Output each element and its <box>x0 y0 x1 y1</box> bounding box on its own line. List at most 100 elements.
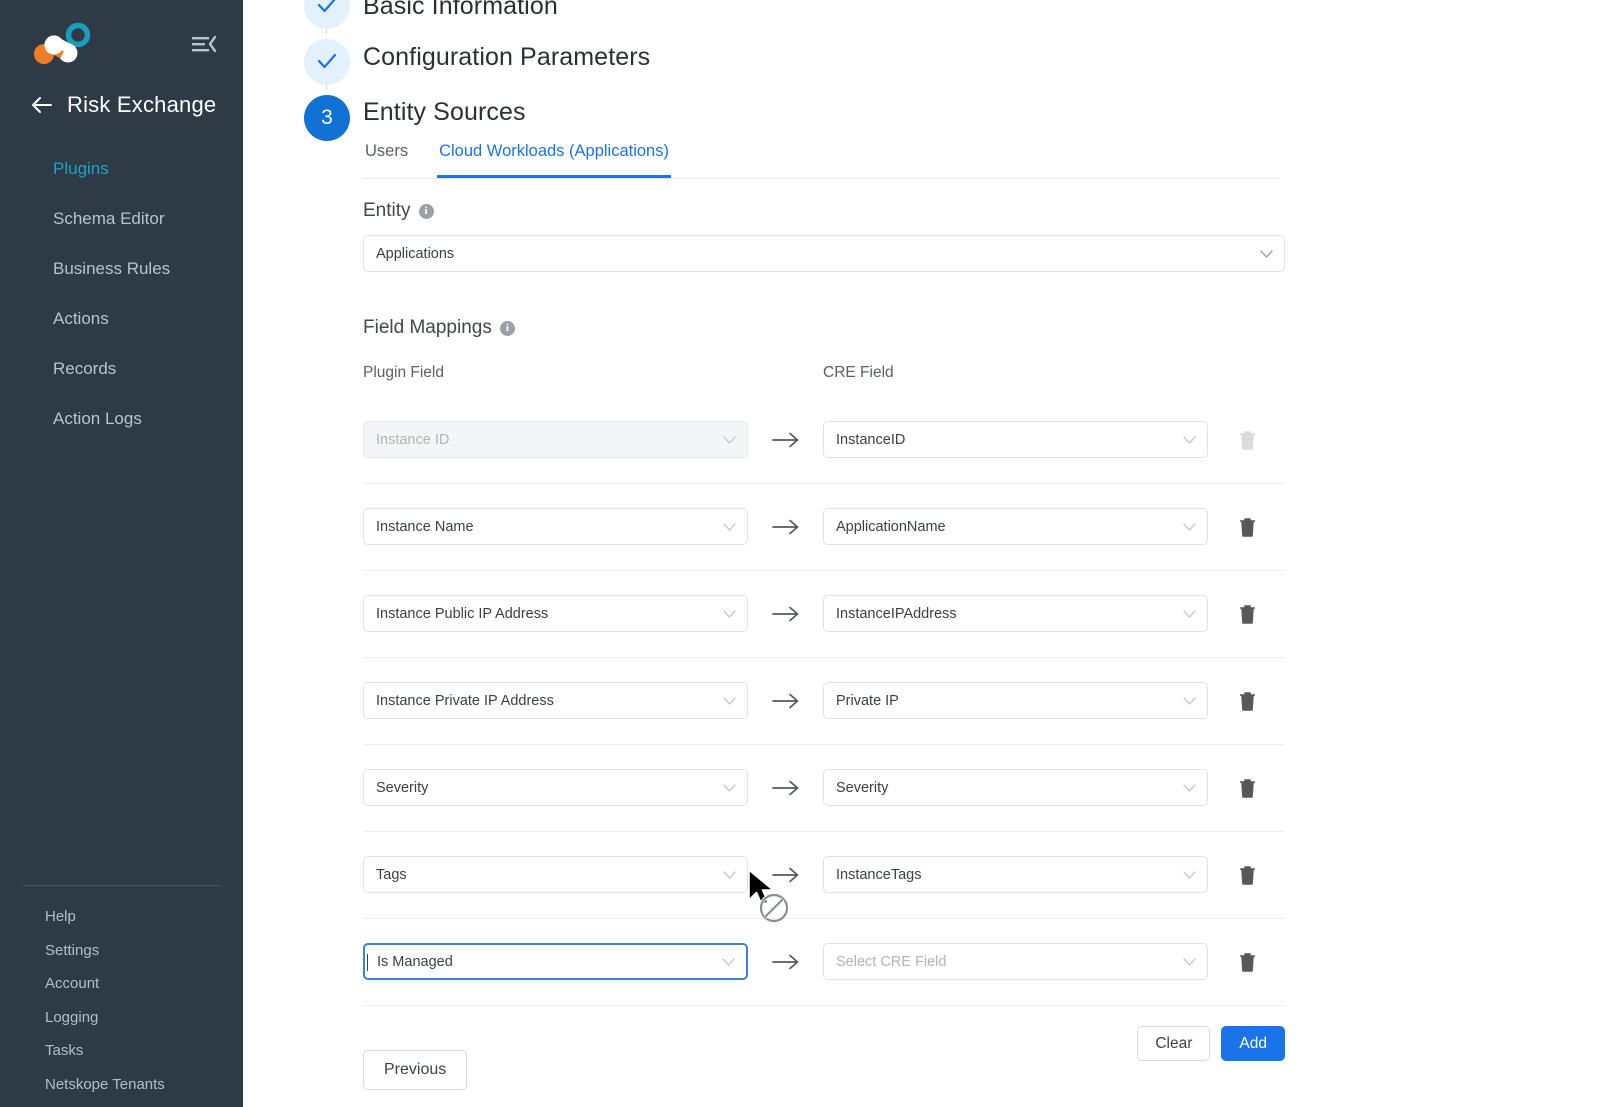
cre-field-value: InstanceID <box>836 431 906 448</box>
app-root: Risk Exchange Plugins Schema Editor Busi… <box>0 0 1600 1107</box>
step-configuration-parameters[interactable] <box>299 34 355 90</box>
page-title: Risk Exchange <box>67 92 217 117</box>
delete-mapping-button[interactable] <box>1208 603 1286 625</box>
table-row: Tags InstanceTags <box>363 831 1293 918</box>
sidebar-item-schema-editor[interactable]: Schema Editor <box>0 194 243 244</box>
tab-cloud-workloads-applications[interactable]: Cloud Workloads (Applications) <box>437 142 671 178</box>
column-header-cre-field: CRE Field <box>823 364 894 381</box>
sidebar-item-records[interactable]: Records <box>0 344 243 394</box>
plugin-field-select[interactable]: Tags <box>363 856 748 893</box>
cre-field-select[interactable]: InstanceIPAddress <box>823 595 1208 632</box>
sidebar-item-business-rules[interactable]: Business Rules <box>0 244 243 294</box>
delete-mapping-button[interactable] <box>1208 690 1286 712</box>
column-header-plugin-field: Plugin Field <box>363 364 444 381</box>
sidebar-item-netskope-tenants[interactable]: Netskope Tenants <box>0 1068 243 1102</box>
plugin-field-value: Instance Public IP Address <box>376 605 549 622</box>
cre-field-select[interactable]: InstanceTags <box>823 856 1208 893</box>
step-2-check-icon <box>304 39 350 85</box>
info-icon[interactable]: i <box>499 320 515 336</box>
entity-select[interactable]: Applications <box>363 235 1285 272</box>
entity-source-tabs: Users Cloud Workloads (Applications) <box>363 142 1280 179</box>
previous-button[interactable]: Previous <box>363 1050 468 1090</box>
step-3-number: 3 <box>304 95 350 141</box>
chevron-down-icon <box>1183 693 1196 709</box>
plugin-field-select[interactable]: Is Managed <box>363 943 748 980</box>
plugin-field-select[interactable]: Instance Name <box>363 508 748 545</box>
plugin-field-select[interactable]: Severity <box>363 769 748 806</box>
chevron-down-icon <box>1183 519 1196 535</box>
cre-field-value: InstanceTags <box>836 866 922 883</box>
delete-mapping-button[interactable] <box>1208 951 1286 973</box>
table-row: Instance Public IP Address InstanceIPAdd… <box>363 570 1293 657</box>
chevron-down-icon <box>723 693 736 709</box>
plugin-field-value: Instance Private IP Address <box>376 692 554 709</box>
sidebar-item-help[interactable]: Help <box>0 900 243 934</box>
cre-field-select[interactable]: Private IP <box>823 682 1208 719</box>
mapping-arrow-icon <box>748 519 823 535</box>
rows-bottom-divider <box>363 1005 1285 1006</box>
chevron-down-icon <box>1183 954 1196 970</box>
plugin-field-value: Tags <box>376 866 407 883</box>
chevron-down-icon <box>723 432 736 448</box>
chevron-down-icon <box>723 867 736 883</box>
entity-label: Entity <box>363 200 411 221</box>
cre-field-select[interactable]: InstanceID <box>823 421 1208 458</box>
wizard-stepper: 3 <box>299 0 355 146</box>
chevron-down-icon <box>1183 867 1196 883</box>
chevron-down-icon <box>1260 246 1273 262</box>
sidebar-footer: Help Settings Account Logging Tasks Nets… <box>0 885 243 1107</box>
field-mappings-column-headers: Plugin Field CRE Field <box>363 364 1293 382</box>
entity-select-value: Applications <box>376 245 455 262</box>
tab-users[interactable]: Users <box>363 142 410 178</box>
table-row: Is Managed Select CRE Field <box>363 918 1293 1005</box>
mapping-arrow-icon <box>748 867 823 883</box>
field-mappings-rows: Instance ID InstanceID Instance Name App… <box>363 396 1293 1006</box>
chevron-down-icon <box>723 606 736 622</box>
sidebar-item-account[interactable]: Account <box>0 967 243 1001</box>
cre-field-value: ApplicationName <box>836 518 946 535</box>
sidebar-item-logging[interactable]: Logging <box>0 1001 243 1035</box>
delete-mapping-button[interactable] <box>1208 777 1286 799</box>
cre-field-select[interactable]: Severity <box>823 769 1208 806</box>
entity-source-form: Entity i Applications Field Mappings i P… <box>363 200 1293 1061</box>
chevron-down-icon <box>722 954 735 970</box>
text-caret <box>367 954 368 971</box>
plugin-field-select: Instance ID <box>363 421 748 458</box>
cre-field-value: Severity <box>836 779 889 796</box>
plugin-field-select[interactable]: Instance Private IP Address <box>363 682 748 719</box>
plugin-field-value: Instance Name <box>376 518 474 535</box>
sidebar-item-tasks[interactable]: Tasks <box>0 1034 243 1068</box>
table-row: Instance Name ApplicationName <box>363 483 1293 570</box>
wizard-navigation: Previous <box>363 1050 1285 1090</box>
chevron-down-icon <box>1183 432 1196 448</box>
cre-field-select[interactable]: Select CRE Field <box>823 943 1208 980</box>
cre-field-placeholder: Select CRE Field <box>836 953 947 970</box>
sidebar-header <box>0 0 243 66</box>
delete-mapping-button[interactable] <box>1208 864 1286 886</box>
breadcrumb[interactable]: Risk Exchange <box>0 66 243 118</box>
chevron-down-icon <box>723 780 736 796</box>
mapping-arrow-icon <box>748 954 823 970</box>
sidebar-item-plugins[interactable]: Plugins <box>0 144 243 194</box>
menu-collapse-icon[interactable] <box>187 29 221 59</box>
info-icon[interactable]: i <box>418 203 434 219</box>
sidebar-item-actions[interactable]: Actions <box>0 294 243 344</box>
cre-field-select[interactable]: ApplicationName <box>823 508 1208 545</box>
table-row: Instance ID InstanceID <box>363 396 1293 483</box>
netskope-logo <box>30 22 92 66</box>
field-mappings-label-row: Field Mappings i <box>363 317 1293 339</box>
plugin-field-select[interactable]: Instance Public IP Address <box>363 595 748 632</box>
sidebar-item-action-logs[interactable]: Action Logs <box>0 394 243 444</box>
sidebar-item-settings[interactable]: Settings <box>0 934 243 968</box>
table-row: Instance Private IP Address Private IP <box>363 657 1293 744</box>
plugin-field-value: Severity <box>376 779 429 796</box>
delete-mapping-button[interactable] <box>1208 516 1286 538</box>
mapping-arrow-icon <box>748 432 823 448</box>
chevron-down-icon <box>1183 780 1196 796</box>
chevron-down-icon <box>723 519 736 535</box>
mapping-arrow-icon <box>748 606 823 622</box>
step-entity-sources[interactable]: 3 <box>299 90 355 146</box>
step-basic-information[interactable] <box>299 0 355 34</box>
entity-label-row: Entity i <box>363 200 1293 222</box>
back-arrow-icon[interactable] <box>30 93 54 117</box>
